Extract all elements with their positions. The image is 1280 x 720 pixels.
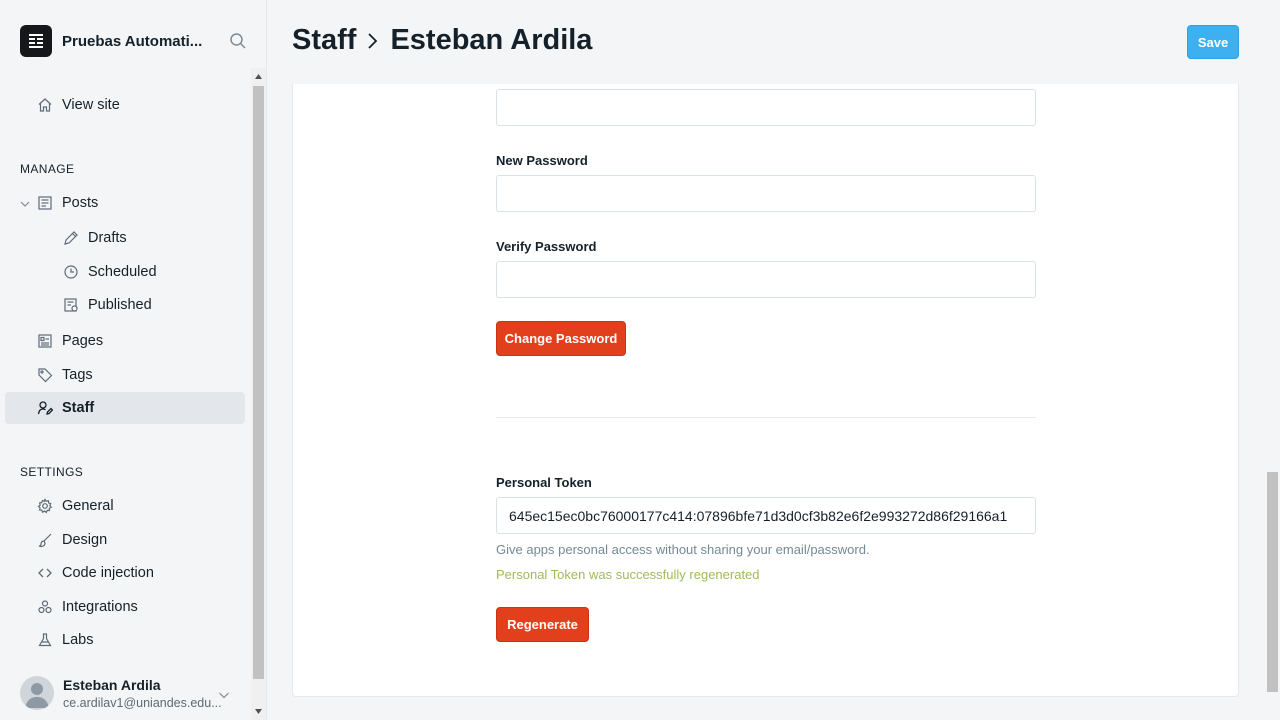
scroll-down-arrow-icon[interactable] [254,707,263,716]
flask-icon [36,631,54,649]
posts-icon [36,194,54,212]
staff-form-card: New Password Verify Password Change Pass… [292,84,1239,697]
nav-code-injection-label: Code injection [62,565,154,581]
site-title: Pruebas Automati... [62,32,203,50]
nav-posts[interactable]: Posts [36,187,98,219]
page-scroll-thumb[interactable] [1267,472,1278,692]
chevron-right-icon [366,31,380,51]
nav-code-injection[interactable]: Code injection [36,557,154,589]
tag-icon [36,366,54,384]
page-header: Staff Esteban Ardila Save [267,0,1280,84]
home-icon [36,96,54,114]
new-password-label: New Password [496,153,588,168]
nav-scheduled[interactable]: Scheduled [62,256,157,288]
nav-integrations-label: Integrations [62,599,138,615]
clock-icon [62,263,80,281]
change-password-button[interactable]: Change Password [496,321,626,356]
pencil-icon [62,229,80,247]
code-icon [36,564,54,582]
staff-icon [36,399,54,417]
nav-published[interactable]: Published [62,289,152,321]
nav-scheduled-label: Scheduled [88,264,157,280]
manage-heading: MANAGE [20,162,75,176]
search-icon[interactable] [228,31,248,51]
user-email: ce.ardilav1@uniandes.edu... [63,695,222,710]
nav-drafts-label: Drafts [88,230,127,246]
nav-tags-label: Tags [62,367,93,383]
sidebar-scroll-thumb[interactable] [253,86,264,679]
nav-staff[interactable]: Staff [5,392,245,424]
brush-icon [36,531,54,549]
nav-posts-label: Posts [62,195,99,211]
nav-integrations[interactable]: Integrations [36,591,138,623]
personal-token-label: Personal Token [496,475,592,490]
personal-token-field[interactable]: 645ec15ec0bc76000177c414:07896bfe71d3d0c… [496,497,1036,534]
sidebar: Pruebas Automati... View site MANAGE Pos… [0,0,267,720]
nav-view-site[interactable]: View site [36,89,120,121]
new-password-field[interactable] [496,175,1036,212]
published-icon [62,296,80,314]
chevron-down-icon[interactable] [217,688,231,702]
pages-icon [36,332,54,350]
page-title: Esteban Ardila [390,24,593,56]
token-success-message: Personal Token was successfully regenera… [496,567,760,582]
regenerate-button[interactable]: Regenerate [496,607,589,642]
nav-general-label: General [62,498,114,514]
chevron-down-icon[interactable] [18,197,32,211]
breadcrumb: Staff Esteban Ardila [292,24,592,57]
site-logo-icon [20,25,52,57]
gear-icon [36,497,54,515]
nav-view-site-label: View site [62,97,120,113]
nav-design[interactable]: Design [36,524,107,556]
nav-drafts[interactable]: Drafts [62,222,127,254]
sidebar-scrollbar[interactable] [251,68,266,720]
personal-token-hint: Give apps personal access without sharin… [496,542,870,557]
settings-heading: SETTINGS [20,465,84,479]
nav-labs-label: Labs [62,632,94,648]
nav-pages[interactable]: Pages [36,325,103,357]
save-button[interactable]: Save [1187,25,1239,59]
verify-password-field[interactable] [496,261,1036,298]
nav-labs[interactable]: Labs [36,624,93,656]
old-password-field[interactable] [496,89,1036,126]
nav-tags[interactable]: Tags [36,359,93,391]
user-menu[interactable]: Esteban Ardila ce.ardilav1@uniandes.edu.… [20,676,235,710]
user-name: Esteban Ardila [63,676,161,693]
breadcrumb-staff-link[interactable]: Staff [292,24,356,57]
brand[interactable]: Pruebas Automati... [20,25,212,57]
verify-password-label: Verify Password [496,239,597,254]
scroll-up-arrow-icon[interactable] [254,72,263,81]
nav-design-label: Design [62,532,108,548]
nav-staff-label: Staff [62,400,95,416]
section-divider [496,417,1036,418]
avatar [20,676,54,710]
integrations-icon [36,598,54,616]
nav-general[interactable]: General [36,490,114,522]
nav-pages-label: Pages [62,333,104,349]
nav-published-label: Published [88,297,152,313]
